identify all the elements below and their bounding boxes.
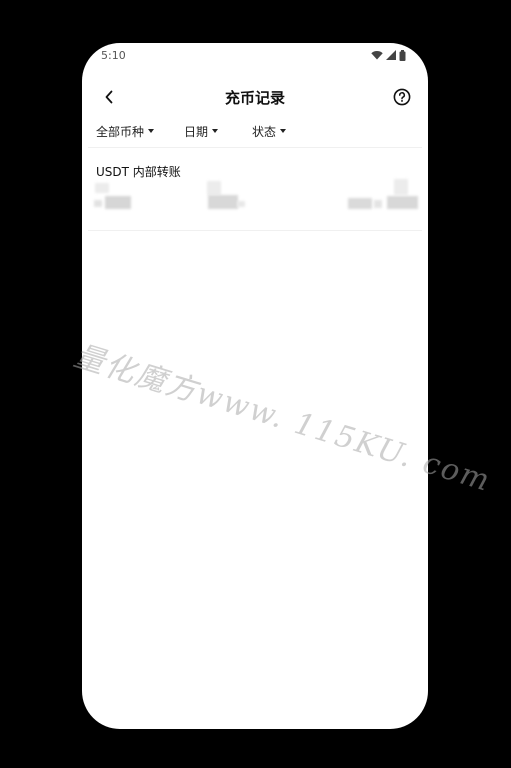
- help-button[interactable]: [391, 86, 413, 108]
- help-icon: [393, 88, 411, 106]
- back-button[interactable]: [99, 87, 119, 107]
- filter-date-label: 日期: [184, 124, 209, 139]
- app-header: 充币记录: [82, 83, 428, 111]
- filter-coin-dropdown[interactable]: 全部币种: [96, 123, 155, 140]
- caret-down-icon: [148, 129, 155, 133]
- cellular-signal-icon: [386, 50, 396, 60]
- battery-icon: [399, 49, 406, 61]
- filter-coin-label: 全部币种: [96, 124, 145, 139]
- list-item[interactable]: USDT 内部转账: [82, 148, 428, 230]
- wifi-icon: [371, 51, 383, 60]
- status-bar: 5:10: [82, 43, 428, 67]
- record-divider: [88, 230, 422, 231]
- page-title: 充币记录: [224, 88, 285, 107]
- filter-date-dropdown[interactable]: 日期: [184, 123, 219, 140]
- filter-status-dropdown[interactable]: 状态: [252, 123, 287, 140]
- caret-down-icon: [212, 129, 219, 133]
- filter-bar: 全部币种 日期 状态: [96, 122, 287, 140]
- chevron-left-icon: [105, 90, 113, 104]
- filter-status-label: 状态: [252, 124, 277, 139]
- caret-down-icon: [280, 129, 287, 133]
- phone-screen: 5:10 充币记录 全部币种 日期 状态 USDT 内部转账: [82, 43, 428, 729]
- status-icons: [371, 49, 406, 61]
- record-title: USDT 内部转账: [96, 165, 181, 179]
- status-time: 5:10: [101, 48, 126, 62]
